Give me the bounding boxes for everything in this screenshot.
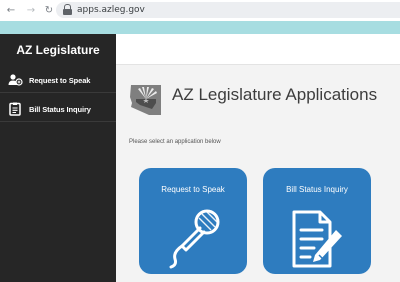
card-label: Request to Speak <box>161 185 225 194</box>
request-to-speak-card[interactable]: Request to Speak <box>139 168 247 274</box>
address-bar[interactable]: apps.azleg.gov <box>56 2 400 18</box>
browser-toolbar: ← → ↻ apps.azleg.gov <box>0 0 400 21</box>
header-band <box>0 21 400 34</box>
address-url[interactable]: apps.azleg.gov <box>77 5 145 15</box>
instruction-text: Please select an application below <box>129 139 221 145</box>
speaker-user-icon <box>7 73 23 87</box>
back-arrow-icon[interactable]: ← <box>4 5 18 16</box>
sidebar-item-label: Bill Status Inquiry <box>29 104 91 114</box>
sidebar-item-request-to-speak[interactable]: Request to Speak <box>0 68 116 93</box>
reload-icon[interactable]: ↻ <box>42 5 56 16</box>
clipboard-icon <box>7 102 23 116</box>
page-title: AZ Legislature Applications <box>172 85 378 104</box>
forward-arrow-icon[interactable]: → <box>24 5 38 16</box>
sidebar: AZ Legislature Request to Speak Bill Sta… <box>0 34 116 282</box>
document-pen-icon <box>292 210 342 268</box>
arizona-state-logo-icon <box>130 85 161 115</box>
bill-status-inquiry-card[interactable]: Bill Status Inquiry <box>263 168 371 274</box>
card-label: Bill Status Inquiry <box>286 185 348 194</box>
main-content: AZ Legislature Applications Please selec… <box>116 34 400 282</box>
microphone-icon <box>169 209 220 269</box>
divider <box>116 64 400 65</box>
sidebar-item-bill-status-inquiry[interactable]: Bill Status Inquiry <box>0 97 116 122</box>
top-bar <box>116 34 400 64</box>
sidebar-brand: AZ Legislature <box>16 43 100 57</box>
lock-icon[interactable] <box>63 4 72 16</box>
sidebar-item-label: Request to Speak <box>29 75 91 85</box>
